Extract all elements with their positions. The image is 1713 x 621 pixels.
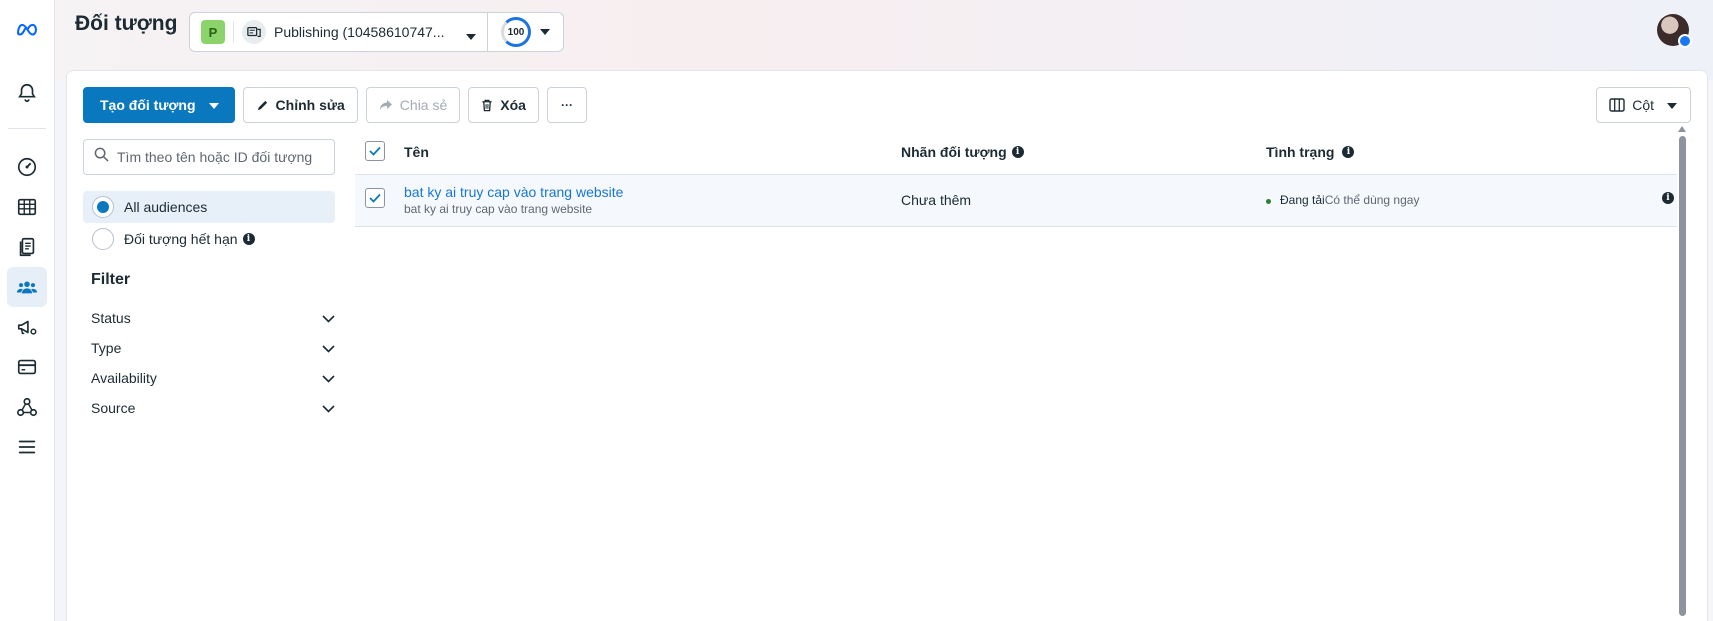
toolbar: Tạo đối tượng Chỉnh sửa Chia sẻ Xóa ··· [83, 87, 587, 123]
table-grid-icon[interactable] [7, 187, 47, 227]
create-audience-button[interactable]: Tạo đối tượng [83, 87, 235, 123]
account-name: Publishing (10458610747... [274, 24, 445, 40]
filter-label: Status [91, 310, 131, 326]
delete-label: Xóa [500, 97, 526, 113]
share-label: Chia sẻ [399, 97, 448, 113]
business-badge: P [201, 20, 225, 44]
vertical-scrollbar[interactable] [1677, 126, 1687, 621]
more-options-button[interactable]: ··· [546, 87, 587, 123]
filter-title: Filter [91, 271, 131, 288]
columns-button[interactable]: Cột [1596, 87, 1691, 123]
chevron-down-icon [465, 28, 477, 46]
audience-name-cell: bat ky ai truy cap vào trang website bat… [404, 184, 623, 216]
radio-expired-audiences[interactable]: Đối tượng hết hạn i [83, 223, 335, 255]
audience-search[interactable] [83, 139, 335, 175]
info-icon[interactable]: i [1342, 146, 1355, 158]
account-divider [233, 21, 234, 43]
audience-subtitle: bat ky ai truy cap vào trang website [404, 202, 593, 216]
megaphone-settings-icon[interactable] [7, 307, 47, 347]
info-icon[interactable]: i [1011, 146, 1024, 158]
filter-availability[interactable]: Availability [91, 370, 335, 386]
chevron-down-icon [322, 370, 335, 386]
events-manager-icon[interactable] [7, 387, 47, 427]
more-label: ··· [560, 98, 573, 112]
audience-status-cell: Đang tải Có thể dùng ngay [1266, 193, 1419, 207]
columns-icon [1609, 98, 1625, 112]
filter-type[interactable]: Type [91, 340, 335, 356]
audiences-table: Tên Nhãn đối tượng i Tình trạng i bat ky… [355, 127, 1677, 227]
radio-button[interactable] [92, 228, 114, 250]
filter-label: Source [91, 400, 136, 416]
chevron-down-icon [322, 310, 335, 326]
scrollbar-thumb[interactable] [1678, 136, 1686, 616]
filter-label: Type [91, 340, 122, 356]
columns-label: Cột [1632, 97, 1654, 113]
table-header: Tên Nhãn đối tượng i Tình trạng i [355, 127, 1677, 175]
page-title: Đối tượng [75, 12, 178, 35]
edit-button[interactable]: Chỉnh sửa [242, 87, 358, 123]
scroll-up-arrow-icon[interactable] [1678, 126, 1686, 132]
documents-icon[interactable] [7, 227, 47, 267]
status-primary: Đang tải [1280, 193, 1325, 207]
avatar[interactable] [1657, 14, 1692, 48]
create-audience-label: Tạo đối tượng [100, 97, 196, 113]
trash-icon [481, 99, 493, 112]
filter-source[interactable]: Source [91, 400, 335, 416]
column-header-status[interactable]: Tình trạng i [1266, 144, 1355, 160]
menu-hamburger-icon[interactable] [7, 427, 47, 467]
row-info-icon[interactable]: i [1662, 192, 1674, 204]
filter-status[interactable]: Status [91, 310, 335, 326]
status-dot [1266, 199, 1271, 204]
facebook-badge-icon [1678, 34, 1692, 48]
share-arrow-icon [379, 99, 393, 111]
ad-account-icon [242, 20, 266, 44]
search-input[interactable] [117, 149, 327, 165]
audience-name-link[interactable]: bat ky ai truy cap vào trang website [404, 184, 623, 200]
pencil-icon [256, 99, 269, 112]
info-icon[interactable]: i [242, 233, 255, 245]
table-row[interactable]: bat ky ai truy cap vào trang website bat… [355, 175, 1677, 227]
chevron-down-icon [539, 23, 551, 41]
audience-label-cell: Chưa thêm [901, 192, 972, 208]
audiences-panel: Tạo đối tượng Chỉnh sửa Chia sẻ Xóa ··· … [67, 71, 1707, 621]
meta-logo-icon[interactable] [7, 9, 47, 49]
chevron-down-icon [208, 97, 220, 113]
bell-icon[interactable] [7, 73, 47, 113]
nav-divider [8, 128, 46, 129]
radio-all-audiences[interactable]: All audiences [83, 191, 335, 223]
chevron-down-icon [322, 400, 335, 416]
radio-button[interactable] [92, 196, 114, 218]
edit-label: Chỉnh sửa [275, 97, 345, 113]
column-header-name[interactable]: Tên [404, 144, 429, 160]
audiences-people-icon[interactable] [7, 267, 47, 307]
chevron-down-icon [322, 340, 335, 356]
radio-label: All audiences [124, 199, 208, 215]
select-all-checkbox[interactable] [365, 141, 385, 161]
status-secondary: Có thể dùng ngay [1324, 193, 1420, 207]
chevron-down-icon [1666, 97, 1678, 113]
search-icon [94, 147, 109, 167]
filter-label: Availability [91, 370, 157, 386]
dashboard-gauge-icon[interactable] [7, 147, 47, 187]
billing-card-icon[interactable] [7, 347, 47, 387]
share-button[interactable]: Chia sẻ [365, 87, 461, 123]
score-ring: 100 [501, 17, 531, 47]
column-header-text: Nhãn đối tượng [901, 144, 1007, 160]
account-quality-score[interactable]: 100 [488, 12, 564, 52]
radio-label: Đối tượng hết hạn [124, 231, 238, 247]
left-nav-rail [0, 0, 55, 621]
row-checkbox[interactable] [365, 188, 385, 208]
column-header-label[interactable]: Nhãn đối tượng i [901, 144, 1024, 160]
column-header-text: Tình trạng [1266, 144, 1335, 160]
account-selector[interactable]: P Publishing (10458610747... [189, 12, 488, 52]
delete-button[interactable]: Xóa [468, 87, 539, 123]
